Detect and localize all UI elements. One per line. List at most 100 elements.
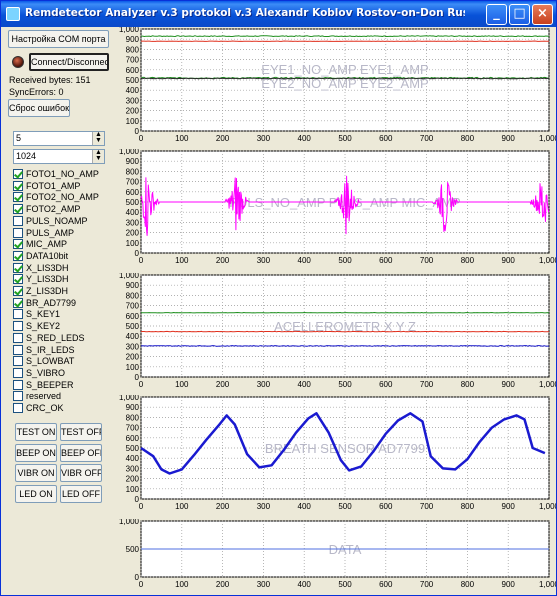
checkbox-row[interactable]: X_LIS3DH [13,262,69,275]
spin-arrows-icon[interactable]: ▲ ▼ [92,131,104,145]
checkbox-row[interactable]: S_KEY2 [13,321,60,333]
x-tick-label: 1,000 [539,134,556,143]
checkbox-row[interactable]: PULS_NOAMP [13,215,88,228]
sync-errors-label: SyncErrors: 0 [9,87,64,97]
x-tick-label: 900 [502,580,516,589]
connect-disconnect-button[interactable]: Connect/Disconnect [29,53,109,71]
checkbox-row[interactable]: FOTO1_NO_AMP [13,169,99,181]
led-off-button[interactable]: LED OFF [60,484,102,503]
x-tick-label: 100 [175,256,189,265]
y-tick-label: 700 [126,56,140,65]
beep-on-button[interactable]: BEEP ON [15,443,57,462]
series-line [140,345,549,347]
y-tick-label: 500 [126,444,140,453]
test-on-button[interactable]: TEST ON [15,423,57,441]
chart-5[interactable]: 0 500 1,000 0 100 200 300 400 500 600 700 800 900 1,0… [113,517,557,589]
checkbox-row[interactable]: reserved [13,391,61,403]
x-tick-label: 500 [338,134,352,143]
chart-1[interactable]: 0 100 200 300 400 500 600 700 800 900 1,000 0 100 200… [113,25,557,143]
checkbox-row[interactable]: S_RED_LEDS [13,332,85,345]
checkbox-row[interactable]: Y_LIS3DH [13,274,69,286]
x-tick-label: 800 [461,580,475,589]
checkbox[interactable] [13,379,23,390]
checkbox[interactable] [13,239,23,250]
x-tick-label: 700 [420,380,434,389]
chart-3[interactable]: 0 100 200 300 400 500 600 700 800 900 1,000 0 100 200… [113,271,557,389]
test-off-button[interactable]: TEST OFF [60,423,102,441]
checkbox-row[interactable]: S_LOWBAT [13,356,74,368]
checkbox[interactable] [13,332,23,343]
x-tick-label: 900 [502,256,516,265]
checkbox[interactable] [13,204,23,215]
chart-2[interactable]: 0 100 200 300 400 500 600 700 800 900 1,000 0 100 200… [113,147,557,265]
buffer-spinbox-value: 1024 [16,151,37,161]
y-tick-label: 200 [126,229,140,238]
checkbox[interactable] [13,309,23,320]
x-tick-label: 600 [379,502,393,511]
checkbox-row[interactable]: Z_LIS3DH [13,286,68,298]
checkbox-row[interactable]: CRC_OK [13,403,64,415]
checkbox-row[interactable]: MIC_AMP [13,239,67,251]
checkbox[interactable] [13,215,23,226]
buffer-spinbox[interactable]: 1024 ▲ ▼ [13,149,105,164]
vibr-on-button[interactable]: VIBR ON [15,464,57,482]
checkbox[interactable] [13,227,23,238]
checkbox[interactable] [13,391,23,402]
control-panel: Настройка COM порта Connect/Disconnect R… [1,27,113,595]
checkbox-label: PULS_AMP [26,227,75,238]
checkbox-label: FOTO1_AMP [26,180,81,191]
vibr-off-button[interactable]: VIBR OFF [60,464,102,482]
checkbox[interactable] [13,344,23,355]
reset-errors-button[interactable]: Сброс ошибок [8,99,70,117]
y-tick-label: 200 [126,475,140,484]
checkbox[interactable] [13,321,23,332]
checkbox-row[interactable]: FOTO2_AMP [13,204,80,216]
checkbox[interactable] [13,180,23,191]
maximize-button[interactable]: □ [509,4,530,25]
checkbox[interactable] [13,356,23,367]
chart-svg: 01002003004005006007008009001,0000 100 200… [119,393,557,511]
checkbox-row[interactable]: FOTO2_NO_AMP [13,192,99,204]
spin-arrows-icon[interactable]: ▲ ▼ [92,149,104,163]
minimize-button[interactable]: _ [486,4,507,25]
checkbox-row[interactable]: S_KEY1 [13,309,60,321]
close-button[interactable]: × [532,4,553,25]
y-tick-label: 300 [126,218,140,227]
x-tick-label: 400 [298,256,312,265]
com-settings-button[interactable]: Настройка COM порта [8,30,109,48]
checkbox[interactable] [13,297,23,308]
y-tick-label: 100 [126,117,140,126]
y-tick-label: 900 [126,403,140,412]
checkbox-row[interactable]: FOTO1_AMP [13,180,81,193]
chart-4[interactable]: 0 100 200 300 400 500 600 700 800 900 1,000 0 100 200… [113,393,557,511]
led-on-button[interactable]: LED ON [15,484,57,503]
y-tick-label: 700 [126,424,140,433]
y-tick-label: 400 [126,454,140,463]
y-tick-label: 200 [126,353,140,362]
interval-spinbox[interactable]: 5 ▲ ▼ [13,131,105,146]
x-tick-label: 100 [175,380,189,389]
checkbox[interactable] [13,274,23,285]
checkbox[interactable] [13,192,23,203]
x-tick-label: 100 [175,502,189,511]
checkbox[interactable] [13,262,23,273]
checkbox[interactable] [13,169,23,179]
x-tick-label: 200 [216,256,230,265]
checkbox-row[interactable]: PULS_AMP [13,227,75,240]
x-tick-label: 0 [139,580,144,589]
checkbox[interactable] [13,367,23,378]
checkbox-row[interactable]: S_BEEPER [13,379,74,392]
checkbox-row[interactable]: BR_AD7799 [13,297,76,310]
x-tick-label: 500 [338,580,352,589]
checkbox-row[interactable]: S_IR_LEDS [13,344,75,357]
checkbox[interactable] [13,403,23,413]
checkbox-row[interactable]: DATA10bit [13,250,68,263]
x-tick-label: 400 [298,380,312,389]
checkbox[interactable] [13,250,23,261]
x-tick-label: 900 [502,502,516,511]
title-bar[interactable]: Remdetector Analyzer v.3 protokol v.3 Al… [1,1,556,27]
checkbox[interactable] [13,286,23,296]
checkbox-row[interactable]: S_VIBRO [13,367,65,380]
beep-off-button[interactable]: BEEP OFF [60,443,102,462]
x-tick-label: 400 [298,502,312,511]
